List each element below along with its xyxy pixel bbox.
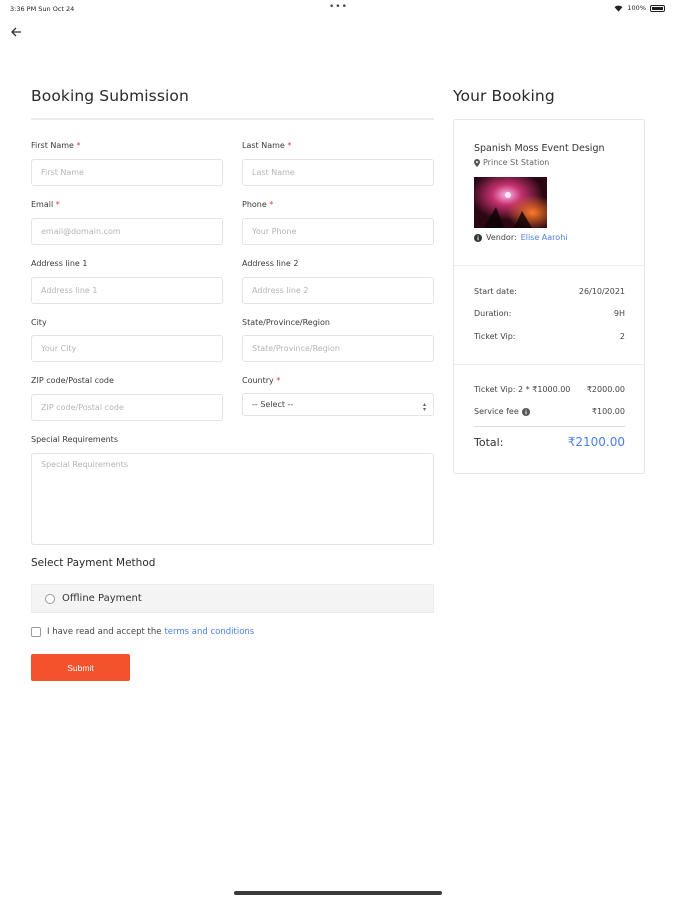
address-line1-label: Address line 1 [31,259,88,268]
offline-payment-radio[interactable] [45,593,55,604]
start-date-value: 26/10/2021 [578,287,625,296]
address-line2-label: Address line 2 [242,259,299,268]
service-fee-value: ₹100.00 [591,407,625,416]
address-line1-placeholder: Address line 1 [41,286,98,295]
vendor-label: Vendor: [486,233,517,242]
address-line2-placeholder: Address line 2 [252,286,309,295]
offline-payment-option[interactable]: Offline Payment [31,584,434,613]
submit-button[interactable]: Submit [31,654,130,681]
total-label: Total: [474,435,504,449]
state-placeholder: State/Province/Region [252,344,340,353]
terms-text: I have read and accept the [47,627,162,637]
zip-label: ZIP code/Postal code [31,376,114,385]
card-divider [454,364,644,365]
status-bar: 3:36 PM Sun Oct 24 ••• 100% [0,0,675,18]
first-name-placeholder: First Name [41,168,84,177]
city-label: City [31,318,47,327]
phone-label: Phone * [242,200,273,209]
vendor-link[interactable]: Elise Aarohi [521,233,568,242]
your-booking-title: Your Booking [453,87,555,105]
state-input[interactable]: State/Province/Region [242,335,434,362]
country-selected-value: -- Select -- [252,400,294,409]
email-label: Email * [31,200,60,209]
email-label-text: Email [31,200,54,209]
duration-value: 9H [613,309,625,318]
country-label-text: Country [242,376,274,385]
required-mark: * [287,141,292,150]
first-name-label: First Name * [31,141,81,150]
total-divider [474,426,625,427]
map-pin-icon [474,158,480,167]
total-value: ₹2100.00 [567,435,625,449]
info-icon [474,233,482,242]
city-placeholder: Your City [41,344,77,353]
select-caret-icon: ▴ ▾ [422,401,426,413]
event-location-text: Prince St Station [483,158,550,167]
email-placeholder: email@domain.com [41,227,121,236]
special-requirements-placeholder: Special Requirements [41,460,128,469]
duration-row: Duration: 9H [474,309,625,318]
event-thumbnail[interactable] [474,177,547,228]
terms-link[interactable]: terms and conditions [164,627,254,637]
vendor-row: Vendor: Elise Aarohi [474,233,567,242]
country-label: Country * [242,376,280,385]
ticket-calc-value: ₹2000.00 [586,385,625,394]
required-mark: * [269,200,274,209]
required-mark: * [55,200,60,209]
total-row: Total: ₹2100.00 [474,435,625,449]
back-arrow-icon[interactable] [8,24,24,40]
country-select[interactable]: -- Select -- ▴ ▾ [242,393,434,416]
state-label: State/Province/Region [242,318,330,327]
address-line1-input[interactable]: Address line 1 [31,277,223,304]
service-fee-info-icon[interactable] [521,407,530,416]
email-input[interactable]: email@domain.com [31,218,223,245]
payment-method-title: Select Payment Method [31,557,156,569]
card-divider [454,265,644,266]
booking-summary-card: Spanish Moss Event Design Prince St Stat… [453,119,645,474]
ticket-calc-label: Ticket Vip: 2 * ₹1000.00 [474,385,571,394]
event-location: Prince St Station [474,158,549,167]
last-name-label: Last Name * [242,141,291,150]
offline-payment-label: Offline Payment [62,593,142,604]
title-divider [31,118,434,120]
zip-placeholder: ZIP code/Postal code [41,403,124,412]
first-name-input[interactable]: First Name [31,159,223,186]
phone-input[interactable]: Your Phone [242,218,434,245]
start-date-label: Start date: [474,287,517,296]
first-name-label-text: First Name [31,141,74,150]
battery-icon [650,4,665,12]
terms-checkbox[interactable] [31,627,41,637]
service-fee-label: Service fee [474,407,519,416]
required-mark: * [276,376,281,385]
home-indicator[interactable] [234,891,442,895]
multitask-dots-icon[interactable]: ••• [329,2,348,12]
last-name-label-text: Last Name [242,141,285,150]
last-name-input[interactable]: Last Name [242,159,434,186]
city-input[interactable]: Your City [31,335,223,362]
duration-label: Duration: [474,309,512,318]
special-requirements-textarea[interactable]: Special Requirements [31,453,434,545]
zip-input[interactable]: ZIP code/Postal code [31,394,223,421]
start-date-row: Start date: 26/10/2021 [474,287,625,296]
booking-submission-title: Booking Submission [31,87,189,105]
address-line2-input[interactable]: Address line 2 [242,277,434,304]
service-fee-label-group: Service fee [474,407,530,416]
event-name[interactable]: Spanish Moss Event Design [474,143,605,154]
status-right: 100% [614,4,665,12]
ticket-calc-row: Ticket Vip: 2 * ₹1000.00 ₹2000.00 [474,385,625,394]
phone-label-text: Phone [242,200,267,209]
required-mark: * [76,141,81,150]
terms-row: I have read and accept the terms and con… [31,627,254,637]
phone-placeholder: Your Phone [252,227,297,236]
ticket-vip-row: Ticket Vip: 2 [474,332,625,341]
ticket-vip-value: 2 [619,332,625,341]
service-fee-row: Service fee ₹100.00 [474,407,625,416]
status-time: 3:36 PM Sun Oct 24 [10,5,75,13]
last-name-placeholder: Last Name [252,168,295,177]
special-requirements-label: Special Requirements [31,435,118,444]
battery-percent: 100% [627,4,646,12]
ticket-vip-label: Ticket Vip: [474,332,516,341]
wifi-icon [614,5,623,12]
